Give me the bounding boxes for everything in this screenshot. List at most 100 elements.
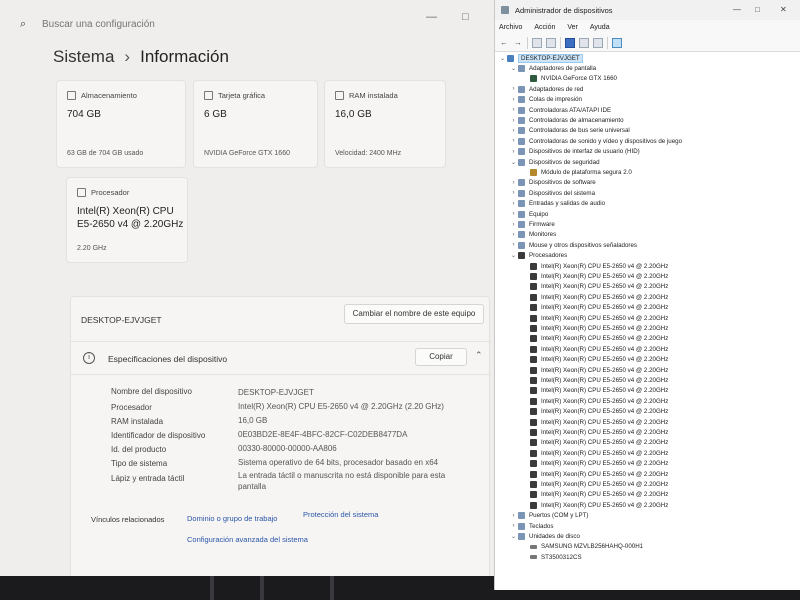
workgroup-link[interactable]: Dominio o grupo de trabajo xyxy=(187,514,277,523)
chevron-right-icon[interactable]: › xyxy=(509,97,518,103)
maximize-icon[interactable]: □ xyxy=(462,11,469,23)
menu-file[interactable]: Archivo xyxy=(499,24,522,31)
chevron-right-icon[interactable]: › xyxy=(509,242,518,248)
tree-category[interactable]: › Controladoras de bus serie universal xyxy=(509,126,630,136)
chevron-down-icon[interactable]: ⌄ xyxy=(509,252,518,259)
tree-device[interactable]: Intel(R) Xeon(R) CPU E5-2650 v4 @ 2.20GH… xyxy=(521,323,668,333)
tree-device[interactable]: Intel(R) Xeon(R) CPU E5-2650 v4 @ 2.20GH… xyxy=(521,282,668,292)
system-protection-link[interactable]: Protección del sistema xyxy=(303,510,378,519)
scan-hardware-icon[interactable] xyxy=(593,37,603,48)
tree-device[interactable]: Intel(R) Xeon(R) CPU E5-2650 v4 @ 2.20GH… xyxy=(521,417,668,427)
tree-device[interactable]: Intel(R) Xeon(R) CPU E5-2650 v4 @ 2.20GH… xyxy=(521,292,668,302)
specs-header[interactable]: i Especificaciones del dispositivo Copia… xyxy=(71,341,491,375)
tree-category[interactable]: › Entradas y salidas de audio xyxy=(509,199,605,209)
processor-card[interactable]: Procesador Intel(R) Xeon(R) CPU E5-2650 … xyxy=(66,177,188,263)
tree-device[interactable]: Intel(R) Xeon(R) CPU E5-2650 v4 @ 2.20GH… xyxy=(521,386,668,396)
chevron-right-icon[interactable]: › xyxy=(509,180,518,186)
tree-category[interactable]: › Dispositivos de interfaz de usuario (HI… xyxy=(509,147,640,157)
menu-action[interactable]: Acción xyxy=(534,24,555,31)
tree-device[interactable]: Intel(R) Xeon(R) CPU E5-2650 v4 @ 2.20GH… xyxy=(521,355,668,365)
tree-device[interactable]: SAMSUNG MZVLB256HAHQ-000H1 xyxy=(521,542,643,552)
tree-device[interactable]: Intel(R) Xeon(R) CPU E5-2650 v4 @ 2.20GH… xyxy=(521,375,668,385)
chevron-right-icon[interactable]: › xyxy=(509,513,518,519)
chevron-right-icon[interactable]: › xyxy=(509,190,518,196)
tree-device[interactable]: Intel(R) Xeon(R) CPU E5-2650 v4 @ 2.20GH… xyxy=(521,490,668,500)
tree-category[interactable]: › Teclados xyxy=(509,521,553,531)
monitor-icon[interactable] xyxy=(612,37,622,48)
gpu-card[interactable]: Tarjeta gráfica 6 GB NVIDIA GeForce GTX … xyxy=(193,80,318,168)
close-icon[interactable]: ✕ xyxy=(780,5,787,14)
tree-category[interactable]: › Controladoras ATA/ATAPI IDE xyxy=(509,105,611,115)
tree-category[interactable]: ⌄ Procesadores xyxy=(509,251,567,261)
chevron-down-icon[interactable]: ⌄ xyxy=(498,55,507,62)
update-driver-icon[interactable] xyxy=(579,37,589,48)
tree-device[interactable]: Módulo de plataforma segura 2.0 xyxy=(521,167,632,177)
tree-device[interactable]: Intel(R) Xeon(R) CPU E5-2650 v4 @ 2.20GH… xyxy=(521,500,668,510)
tree-device[interactable]: Intel(R) Xeon(R) CPU E5-2650 v4 @ 2.20GH… xyxy=(521,407,668,417)
minimize-icon[interactable]: — xyxy=(426,11,437,23)
rename-pc-button[interactable]: Cambiar el nombre de este equipo xyxy=(344,304,484,324)
chevron-right-icon[interactable]: › xyxy=(509,232,518,238)
chevron-down-icon[interactable]: ⌄ xyxy=(509,65,518,72)
storage-card[interactable]: Almacenamiento 704 GB 63 GB de 704 GB us… xyxy=(56,80,186,168)
tree-device[interactable]: ST3500312CS xyxy=(521,552,582,562)
chevron-right-icon[interactable]: › xyxy=(509,128,518,134)
tree-category[interactable]: › Colas de impresión xyxy=(509,95,582,105)
tree-category[interactable]: ⌄ Unidades de disco xyxy=(509,531,580,541)
tree-category[interactable]: › Controladoras de almacenamiento xyxy=(509,115,624,125)
tree-device[interactable]: Intel(R) Xeon(R) CPU E5-2650 v4 @ 2.20GH… xyxy=(521,396,668,406)
tree-category[interactable]: › Dispositivos de software xyxy=(509,178,596,188)
tree-device[interactable]: Intel(R) Xeon(R) CPU E5-2650 v4 @ 2.20GH… xyxy=(521,303,668,313)
tree-category[interactable]: ⌄ Dispositivos de seguridad xyxy=(509,157,600,167)
chevron-right-icon[interactable]: › xyxy=(509,107,518,113)
chevron-right-icon[interactable]: › xyxy=(509,523,518,529)
chevron-right-icon[interactable]: › xyxy=(509,138,518,144)
tree-root[interactable]: ⌄ DESKTOP-EJVJGET xyxy=(498,53,583,63)
tree-device[interactable]: Intel(R) Xeon(R) CPU E5-2650 v4 @ 2.20GH… xyxy=(521,469,668,479)
tree-device[interactable]: Intel(R) Xeon(R) CPU E5-2650 v4 @ 2.20GH… xyxy=(521,365,668,375)
tree-device[interactable]: Intel(R) Xeon(R) CPU E5-2650 v4 @ 2.20GH… xyxy=(521,271,668,281)
chevron-right-icon[interactable]: › xyxy=(509,201,518,207)
tree-device[interactable]: Intel(R) Xeon(R) CPU E5-2650 v4 @ 2.20GH… xyxy=(521,313,668,323)
tree-category[interactable]: › Dispositivos del sistema xyxy=(509,188,595,198)
tree-device[interactable]: Intel(R) Xeon(R) CPU E5-2650 v4 @ 2.20GH… xyxy=(521,427,668,437)
tree-category[interactable]: › Mouse y otros dispositivos señaladores xyxy=(509,240,637,250)
chevron-right-icon[interactable]: › xyxy=(509,222,518,228)
properties-icon[interactable] xyxy=(546,37,556,48)
tree-category[interactable]: ⌄ Adaptadores de pantalla xyxy=(509,63,596,73)
chevron-down-icon[interactable]: ⌄ xyxy=(509,533,518,540)
search-input[interactable] xyxy=(42,18,302,30)
tree-device[interactable]: NVIDIA GeForce GTX 1660 xyxy=(521,74,617,84)
tree-device[interactable]: Intel(R) Xeon(R) CPU E5-2650 v4 @ 2.20GH… xyxy=(521,438,668,448)
maximize-icon[interactable]: □ xyxy=(755,5,760,14)
tree-device[interactable]: Intel(R) Xeon(R) CPU E5-2650 v4 @ 2.20GH… xyxy=(521,479,668,489)
tree-category[interactable]: › Firmware xyxy=(509,219,555,229)
tree-device[interactable]: Intel(R) Xeon(R) CPU E5-2650 v4 @ 2.20GH… xyxy=(521,334,668,344)
tree-category[interactable]: › Puertos (COM y LPT) xyxy=(509,511,588,521)
tree-category[interactable]: › Adaptadores de red xyxy=(509,84,583,94)
chevron-right-icon[interactable]: › xyxy=(509,149,518,155)
forward-icon[interactable]: → xyxy=(513,38,523,48)
tree-category[interactable]: › Monitores xyxy=(509,230,556,240)
tree-category[interactable]: › Equipo xyxy=(509,209,548,219)
chevron-down-icon[interactable]: ⌄ xyxy=(509,159,518,166)
copy-button[interactable]: Copiar xyxy=(415,348,467,366)
chevron-right-icon[interactable]: › xyxy=(509,86,518,92)
search-box[interactable]: ⌕ xyxy=(20,13,320,35)
tree-device[interactable]: Intel(R) Xeon(R) CPU E5-2650 v4 @ 2.20GH… xyxy=(521,448,668,458)
menu-help[interactable]: Ayuda xyxy=(590,24,610,31)
back-icon[interactable]: ← xyxy=(499,38,509,48)
tree-device[interactable]: Intel(R) Xeon(R) CPU E5-2650 v4 @ 2.20GH… xyxy=(521,261,668,271)
help-icon[interactable] xyxy=(565,37,575,48)
minimize-icon[interactable]: — xyxy=(733,5,741,14)
chevron-right-icon[interactable]: › xyxy=(509,118,518,124)
show-hide-tree-icon[interactable] xyxy=(532,37,542,48)
advanced-settings-link[interactable]: Configuración avanzada del sistema xyxy=(187,535,308,544)
chevron-right-icon[interactable]: › xyxy=(509,211,518,217)
tree-device[interactable]: Intel(R) Xeon(R) CPU E5-2650 v4 @ 2.20GH… xyxy=(521,344,668,354)
tree-device[interactable]: Intel(R) Xeon(R) CPU E5-2650 v4 @ 2.20GH… xyxy=(521,459,668,469)
breadcrumb-parent[interactable]: Sistema xyxy=(53,47,114,67)
chevron-up-icon[interactable]: ⌃ xyxy=(475,350,483,361)
ram-card[interactable]: RAM instalada 16,0 GB Velocidad: 2400 MH… xyxy=(324,80,446,168)
menu-view[interactable]: Ver xyxy=(567,24,578,31)
